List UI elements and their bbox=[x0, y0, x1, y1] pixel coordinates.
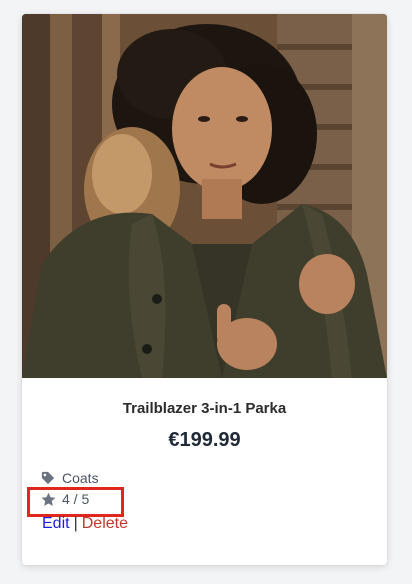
tag-icon bbox=[41, 471, 55, 485]
product-price: €199.99 bbox=[168, 429, 241, 451]
rating-value: 4 / 5 bbox=[62, 491, 90, 507]
product-category: Coats bbox=[41, 470, 99, 486]
product-rating: 4 / 5 bbox=[41, 488, 95, 510]
product-card: Trailblazer 3-in-1 Parka €199.99 Coats 4… bbox=[22, 14, 387, 565]
delete-link[interactable]: Delete bbox=[82, 515, 128, 533]
edit-link[interactable]: Edit bbox=[42, 515, 70, 533]
product-title: Trailblazer 3-in-1 Parka bbox=[122, 400, 287, 417]
star-icon bbox=[41, 492, 56, 506]
product-image bbox=[22, 14, 387, 378]
product-photo-illustration bbox=[22, 14, 387, 378]
action-separator: | bbox=[73, 515, 78, 532]
product-actions: Edit | Delete bbox=[42, 515, 128, 533]
page: Trailblazer 3-in-1 Parka €199.99 Coats 4… bbox=[0, 0, 412, 584]
category-label: Coats bbox=[62, 470, 99, 486]
